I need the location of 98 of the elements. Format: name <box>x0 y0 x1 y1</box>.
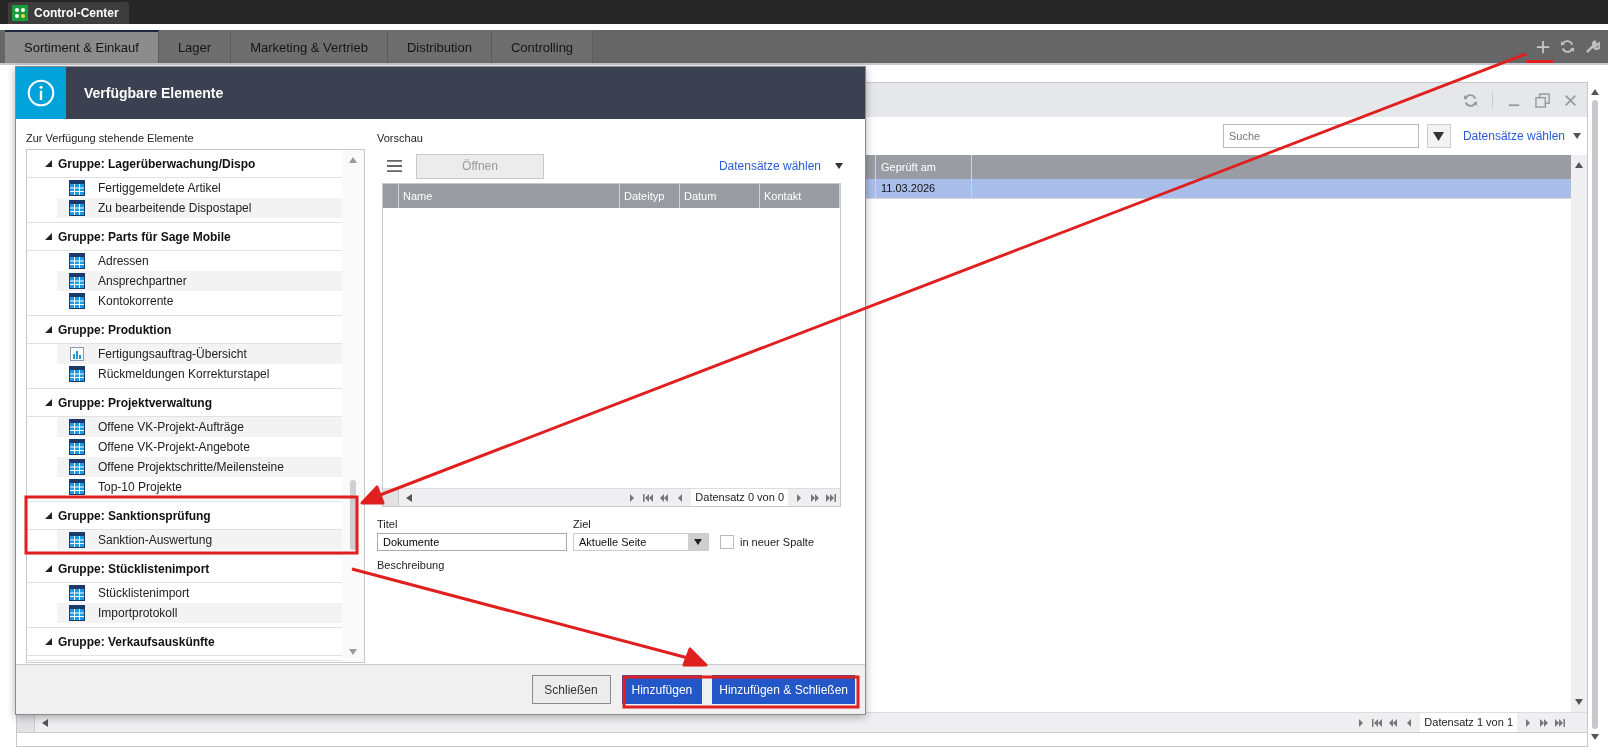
expanded-icon[interactable] <box>45 326 52 333</box>
expanded-icon[interactable] <box>45 233 52 240</box>
table-icon <box>69 459 85 475</box>
first-page-icon[interactable] <box>643 492 654 503</box>
target-select[interactable]: Aktuelle Seite <box>573 533 709 551</box>
dialog-button[interactable]: Hinzufügen & Schließen <box>712 675 855 704</box>
expanded-icon[interactable] <box>45 399 52 406</box>
group-header[interactable]: Gruppe: Stücklistenimport <box>27 555 342 583</box>
wrench-icon[interactable] <box>1585 39 1600 54</box>
app-logo-icon <box>12 5 28 21</box>
filter-button[interactable] <box>1426 124 1451 148</box>
caret-icon[interactable] <box>1573 132 1581 140</box>
list-item[interactable]: Rückmeldungen Korrekturstapel <box>57 364 342 384</box>
menu-icon[interactable] <box>387 159 402 173</box>
scroll-left-icon[interactable] <box>41 718 49 727</box>
expanded-icon[interactable] <box>45 638 52 645</box>
group-header[interactable]: Gruppe: Verkaufsauskünfte <box>27 628 342 656</box>
plus-icon[interactable] <box>1536 39 1550 54</box>
table-icon <box>69 293 85 309</box>
list-label: Zur Verfügung stehende Elemente <box>26 130 195 146</box>
records-link[interactable]: Datensätze wählen <box>1462 127 1565 145</box>
expanded-icon[interactable] <box>45 160 52 167</box>
list-item[interactable]: Stücklistenimport <box>57 583 342 603</box>
field-label: Beschreibung <box>377 557 446 573</box>
chart-icon <box>69 346 85 362</box>
dialog-title: Verfügbare Elemente <box>83 83 224 103</box>
scroll-left-icon[interactable] <box>405 493 413 502</box>
next-icon[interactable] <box>1523 717 1533 728</box>
record-counter: Datensatz 0 von 0 <box>691 489 788 506</box>
table-icon <box>69 180 85 196</box>
list-item[interactable]: Fertiggemeldete Artikel <box>57 178 342 198</box>
scroll-down-icon[interactable] <box>1575 698 1583 706</box>
tab[interactable]: Sortiment & Einkauf <box>5 30 159 63</box>
table-icon <box>69 532 85 548</box>
list-item[interactable]: Adressen <box>57 251 342 271</box>
fast-forward-icon[interactable] <box>1539 717 1549 728</box>
restore-icon[interactable] <box>1535 92 1550 108</box>
group-header[interactable]: Gruppe: Lagerüberwachung/Dispo <box>27 150 342 178</box>
list-item[interactable]: Fertigungsauftrag-Übersicht <box>57 344 342 364</box>
refresh-icon[interactable] <box>1560 39 1575 54</box>
list-item[interactable]: Offene Projektschritte/Meilensteine <box>57 457 342 477</box>
record-counter: Datensatz 1 von 1 <box>1420 713 1517 732</box>
list-item[interactable]: Top-10 Projekte <box>57 477 342 497</box>
list-item[interactable]: Offene VK-Projekt-Angebote <box>57 437 342 457</box>
table-cell: 11.03.2026 <box>875 179 972 198</box>
next-icon[interactable] <box>794 492 804 503</box>
rewind-icon[interactable] <box>1388 717 1399 728</box>
checkbox[interactable] <box>720 535 734 549</box>
group-header[interactable]: Gruppe: Parts für Sage Mobile <box>27 223 342 251</box>
list-item[interactable]: Sanktion-Auswertung <box>57 530 342 550</box>
fast-forward-icon[interactable] <box>810 492 820 503</box>
list-item[interactable]: Importprotokoll <box>57 603 342 623</box>
last-page-icon[interactable] <box>1555 717 1565 728</box>
refresh-icon[interactable] <box>1463 92 1478 108</box>
scrollbar[interactable] <box>342 150 364 662</box>
list-item[interactable]: Zu bearbeitende Dispostapel <box>57 198 342 218</box>
table-icon <box>69 419 85 435</box>
list-item[interactable]: Ansprechpartner <box>57 271 342 291</box>
scroll-up-icon[interactable] <box>1575 161 1583 169</box>
table-icon <box>69 366 85 382</box>
preview-label: Vorschau <box>377 130 424 146</box>
expanded-icon[interactable] <box>45 565 52 572</box>
scrollbar-thumb[interactable] <box>1592 100 1598 729</box>
table-icon <box>69 200 85 216</box>
rewind-icon[interactable] <box>659 492 670 503</box>
info-icon <box>27 79 55 107</box>
scrollbar-thumb[interactable] <box>350 480 356 550</box>
field-label: Ziel <box>573 516 592 532</box>
table-icon <box>69 439 85 455</box>
app-tab[interactable]: Control-Center <box>8 2 129 24</box>
field-label: Titel <box>377 516 399 532</box>
tab[interactable]: Distribution <box>387 30 492 63</box>
last-page-icon[interactable] <box>826 492 836 503</box>
table-icon <box>69 479 85 495</box>
tab[interactable]: Controlling <box>491 30 594 63</box>
tab[interactable]: Lager <box>158 30 232 63</box>
table-icon <box>69 605 85 621</box>
scroll-down-icon[interactable] <box>1591 733 1599 741</box>
list-item[interactable]: Kontokorrente <box>57 291 342 311</box>
dropdown-icon[interactable] <box>694 538 702 546</box>
scroll-up-icon[interactable] <box>1591 88 1599 96</box>
close-icon[interactable] <box>1564 93 1577 107</box>
scrollbar[interactable] <box>1571 155 1587 712</box>
title-field[interactable]: Dokumente <box>377 533 567 551</box>
checkbox-label[interactable]: in neuer Spalte <box>740 533 814 551</box>
table-icon <box>69 253 85 269</box>
expanded-icon[interactable] <box>45 512 52 519</box>
tab[interactable]: Marketing & Vertrieb <box>231 30 388 63</box>
search-field[interactable]: Suche <box>1222 124 1419 148</box>
records-link[interactable]: Datensätze wählen <box>718 157 821 175</box>
caret-icon[interactable] <box>835 162 843 170</box>
filter-icon <box>1433 130 1445 142</box>
underline-mark <box>1526 60 1553 63</box>
table-icon <box>69 585 85 601</box>
table-icon <box>69 273 85 289</box>
first-page-icon[interactable] <box>1372 717 1383 728</box>
list-item[interactable]: Offene VK-Projekt-Aufträge <box>57 417 342 437</box>
dialog-button[interactable]: Schließen <box>531 675 611 704</box>
